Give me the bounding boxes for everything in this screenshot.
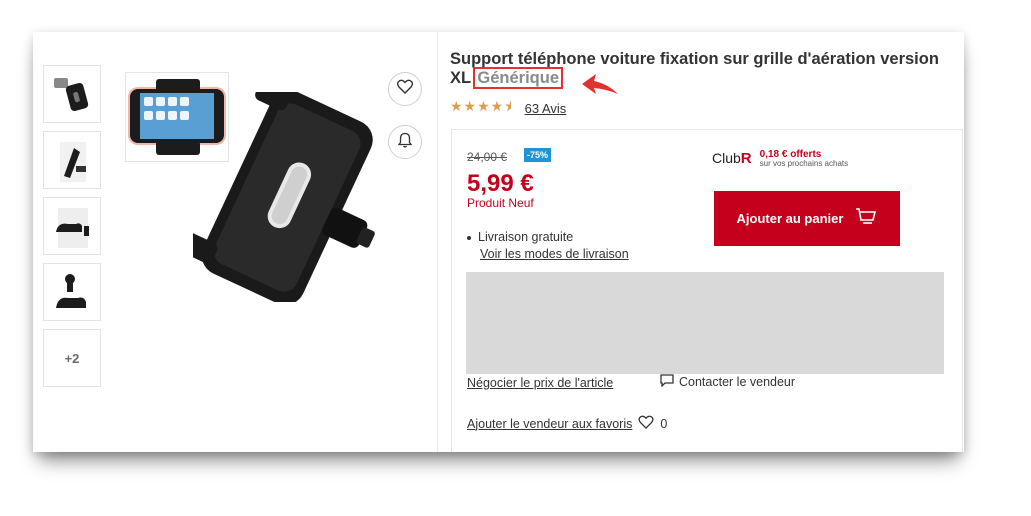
brand-link[interactable]: Générique [473, 67, 563, 89]
delivery-text: Livraison gratuite [478, 230, 574, 244]
add-to-cart-label: Ajouter au panier [736, 211, 844, 226]
club-offer-amount: 0,18 € offerts [759, 149, 822, 160]
buy-box: 24,00 € -75% 5,99 € Produit Neuf ClubR 0… [451, 129, 963, 452]
heart-icon[interactable] [638, 415, 654, 432]
rating: ★★★★⯨ 63 Avis [450, 96, 566, 120]
discount-badge: -75% [524, 148, 552, 162]
negotiate-price-link[interactable]: Négocier le prix de l'article [467, 376, 613, 390]
delivery-modes-link[interactable]: Voir les modes de livraison [480, 247, 629, 261]
contact-seller-button[interactable]: Contacter le vendeur [660, 374, 795, 390]
bell-icon [397, 132, 413, 153]
delivery-info: Livraison gratuite [467, 230, 573, 244]
club-r-offer: ClubR 0,18 € offerts sur vos prochains a… [712, 149, 849, 169]
redacted-area [466, 272, 944, 374]
current-price: 5,99 € [467, 170, 534, 197]
product-image [181, 79, 393, 305]
add-to-cart-button[interactable]: Ajouter au panier [714, 191, 900, 246]
club-r-logo: ClubR [712, 150, 752, 167]
arrow-annotation-icon [582, 74, 618, 94]
thumbnail-2[interactable] [43, 131, 101, 189]
wishlist-button[interactable] [388, 72, 422, 106]
reviews-link[interactable]: 63 Avis [525, 101, 567, 116]
thumbnail-3[interactable] [43, 197, 101, 255]
thumbnail-1[interactable] [43, 65, 101, 123]
favorite-seller-link[interactable]: Ajouter le vendeur aux favoris [467, 417, 632, 431]
chat-icon [660, 374, 674, 390]
favorite-count: 0 [660, 416, 668, 431]
more-images-label: +2 [64, 350, 80, 366]
product-page: +2 Support téléphone voiture fixation su… [33, 32, 964, 452]
thumbnail-more[interactable]: +2 [43, 329, 101, 387]
thumbnail-4[interactable] [43, 263, 101, 321]
product-title: Support téléphone voiture fixation sur g… [450, 50, 962, 89]
thumbnail-list: +2 [43, 65, 104, 395]
price-alert-button[interactable] [388, 125, 422, 159]
rating-stars: ★★★★⯨ [450, 98, 513, 114]
favorite-seller: Ajouter le vendeur aux favoris 0 [467, 415, 667, 432]
contact-seller-label: Contacter le vendeur [679, 375, 796, 389]
heart-icon [396, 79, 414, 99]
product-condition: Produit Neuf [467, 196, 534, 210]
column-divider [437, 32, 438, 452]
club-offer-text: 0,18 € offerts sur vos prochains achats [759, 149, 849, 169]
old-price: 24,00 € [467, 150, 508, 164]
cart-icon [855, 207, 877, 230]
club-offer-subtext: sur vos prochains achats [759, 159, 849, 168]
